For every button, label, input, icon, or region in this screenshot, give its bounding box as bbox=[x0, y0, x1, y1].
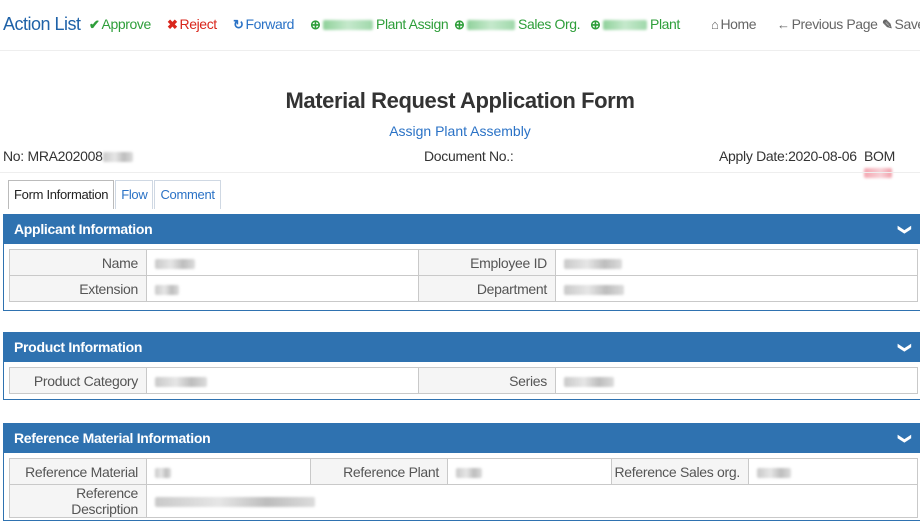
tab-flow[interactable]: Flow bbox=[115, 180, 154, 209]
reference-material-table: Reference Material Reference Plant Refer… bbox=[9, 458, 918, 518]
previous-page-label: Previous Page bbox=[791, 16, 878, 32]
arrow-left-icon: ← bbox=[777, 17, 790, 32]
product-information-header[interactable]: Product Information ❯ bbox=[4, 333, 920, 362]
product-category-label: Product Category bbox=[9, 367, 147, 394]
check-icon: ✔ bbox=[89, 17, 100, 32]
redacted-text bbox=[466, 20, 515, 31]
applicant-information-panel: Applicant Information ❯ Name Employee ID… bbox=[3, 214, 920, 311]
form-subtitle: Assign Plant Assembly bbox=[389, 123, 531, 139]
reference-sales-org-label: Reference Sales org. bbox=[611, 458, 749, 485]
reference-material-panel: Reference Material Information ❯ Referen… bbox=[3, 423, 920, 521]
redacted-text bbox=[155, 284, 179, 295]
reject-label: Reject bbox=[179, 16, 218, 32]
name-value bbox=[146, 249, 419, 276]
reference-material-label: Reference Material bbox=[9, 458, 147, 485]
series-label: Series bbox=[418, 367, 556, 394]
redacted-text bbox=[564, 376, 614, 387]
employee-id-value bbox=[555, 249, 918, 276]
action-list-title: Action List bbox=[3, 14, 81, 34]
plant-assign-button[interactable]: ⊕ Plant Assign bbox=[310, 16, 449, 33]
redacted-text bbox=[602, 20, 647, 31]
forward-icon: ↻ bbox=[233, 17, 244, 32]
home-icon: ⌂ bbox=[711, 17, 719, 32]
save-icon: ✎ bbox=[882, 17, 893, 32]
plant-label: Plant bbox=[650, 16, 680, 32]
redacted-text bbox=[155, 258, 195, 269]
redacted-text bbox=[155, 497, 315, 508]
chevron-down-icon[interactable]: ❯ bbox=[891, 224, 920, 235]
applicant-information-table: Name Employee ID Extension Department bbox=[9, 249, 918, 302]
redacted-text bbox=[102, 152, 133, 163]
redacted-text bbox=[155, 376, 207, 387]
form-title: Material Request Application Form bbox=[285, 88, 635, 113]
circle-arrow-icon: ⊕ bbox=[590, 17, 601, 32]
home-label: Home bbox=[720, 16, 757, 32]
applicant-information-title: Applicant Information bbox=[14, 221, 153, 237]
home-button[interactable]: ⌂ Home bbox=[711, 16, 757, 32]
table-row: Product Category Series bbox=[9, 367, 918, 394]
redacted-text bbox=[564, 284, 624, 295]
table-row: Extension Department bbox=[9, 275, 918, 302]
previous-page-button[interactable]: ← Previous Page bbox=[777, 16, 878, 32]
approve-label: Approve bbox=[101, 16, 152, 32]
circle-arrow-icon: ⊕ bbox=[310, 17, 321, 32]
apply-date: Apply Date:2020-08-06 bbox=[719, 148, 857, 164]
bom-label: BOM bbox=[864, 148, 895, 164]
extension-label: Extension bbox=[9, 275, 147, 302]
sales-org-button[interactable]: ⊕ Sales Org. bbox=[454, 16, 581, 33]
save-label: Save bbox=[894, 16, 920, 32]
redacted-text bbox=[456, 467, 482, 478]
tab-form-information[interactable]: Form Information bbox=[8, 180, 115, 209]
reference-description-label: Reference Description bbox=[9, 484, 147, 518]
reference-description-value bbox=[146, 484, 918, 518]
reference-sales-org-value bbox=[748, 458, 918, 485]
chevron-down-icon[interactable]: ❯ bbox=[891, 433, 920, 444]
circle-arrow-icon: ⊕ bbox=[454, 17, 465, 32]
document-number: Document No.: bbox=[424, 148, 514, 164]
product-information-table: Product Category Series bbox=[9, 367, 918, 394]
extension-value bbox=[146, 275, 419, 302]
redacted-text bbox=[757, 467, 791, 478]
reference-material-value bbox=[146, 458, 311, 485]
plant-assign-label: Plant Assign bbox=[376, 16, 449, 32]
table-row: Reference Material Reference Plant Refer… bbox=[9, 458, 918, 485]
table-row: Name Employee ID bbox=[9, 249, 918, 276]
action-toolbar: Action List ✔ Approve ✖ Reject ↻ Forward ⊕ … bbox=[0, 0, 920, 51]
forward-button[interactable]: ↻ Forward bbox=[233, 16, 294, 33]
forward-label: Forward bbox=[245, 16, 295, 32]
applicant-information-header[interactable]: Applicant Information ❯ bbox=[4, 215, 920, 244]
redacted-text bbox=[322, 20, 373, 31]
chevron-down-icon[interactable]: ❯ bbox=[891, 342, 920, 353]
name-label: Name bbox=[9, 249, 147, 276]
product-information-panel: Product Information ❯ Product Category S… bbox=[3, 332, 920, 400]
department-value bbox=[555, 275, 918, 302]
reference-material-title: Reference Material Information bbox=[14, 430, 211, 446]
reference-plant-label: Reference Plant bbox=[310, 458, 448, 485]
department-label: Department bbox=[418, 275, 556, 302]
plant-button[interactable]: ⊕ Plant bbox=[590, 16, 680, 33]
reference-material-header[interactable]: Reference Material Information ❯ bbox=[4, 424, 920, 453]
divider bbox=[0, 172, 920, 173]
approve-button[interactable]: ✔ Approve bbox=[89, 16, 151, 33]
redacted-text bbox=[155, 467, 171, 478]
application-number-label: No: MRA202008 bbox=[3, 148, 103, 164]
sales-org-label: Sales Org. bbox=[518, 16, 581, 32]
x-icon: ✖ bbox=[167, 17, 178, 32]
application-number: No: MRA202008 bbox=[3, 148, 133, 164]
product-information-title: Product Information bbox=[14, 339, 143, 355]
table-row: Reference Description bbox=[9, 484, 918, 518]
reject-button[interactable]: ✖ Reject bbox=[167, 16, 217, 33]
tab-comment[interactable]: Comment bbox=[154, 180, 221, 209]
employee-id-label: Employee ID bbox=[418, 249, 556, 276]
redacted-text bbox=[864, 168, 892, 179]
reference-plant-value bbox=[447, 458, 612, 485]
save-button[interactable]: ✎Save bbox=[882, 16, 920, 33]
product-category-value bbox=[146, 367, 419, 394]
bom-link[interactable]: BOM bbox=[864, 148, 920, 180]
series-value bbox=[555, 367, 918, 394]
form-tabs: Form Information Flow Comment bbox=[8, 180, 222, 209]
redacted-text bbox=[564, 258, 622, 269]
